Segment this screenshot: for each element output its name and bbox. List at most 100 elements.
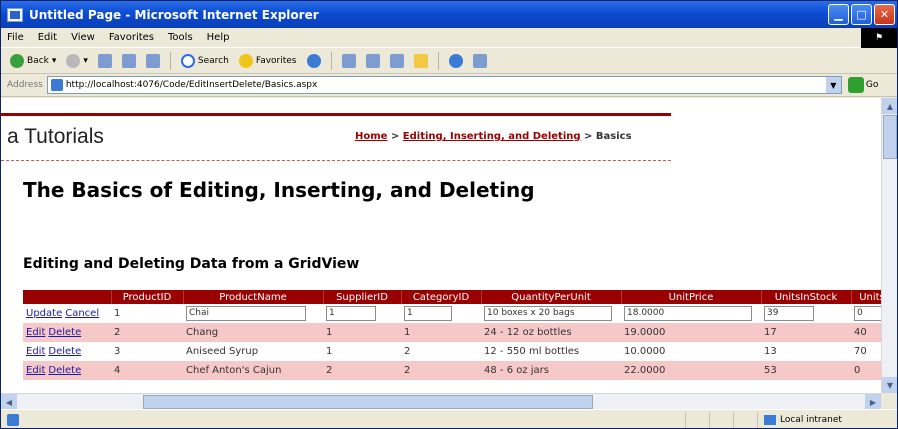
productname-input[interactable]: Chai — [186, 306, 306, 321]
minimize-button[interactable]: ▁ — [828, 4, 849, 25]
back-arrow-icon — [10, 53, 24, 68]
supplierid-cell: 1 — [323, 323, 401, 342]
categoryid-cell: 2 — [401, 361, 481, 380]
quantityperunit-cell: 24 - 12 oz bottles — [481, 323, 621, 342]
unitsonorder-input[interactable]: 0 — [854, 306, 881, 321]
status-bar: Local intranet — [1, 409, 897, 428]
maximize-button[interactable]: □ — [851, 4, 872, 25]
page-title: The Basics of Editing, Inserting, and De… — [23, 178, 535, 202]
menu-tools[interactable]: Tools — [168, 32, 193, 43]
breadcrumb: Home > Editing, Inserting, and Deleting … — [355, 131, 632, 142]
status-pane — [709, 411, 733, 428]
print-button[interactable] — [387, 50, 407, 72]
go-button[interactable]: Go — [847, 77, 878, 93]
categoryid-cell: 1 — [401, 323, 481, 342]
search-label: Search — [197, 55, 229, 66]
unitsinstock-cell: 13 — [764, 346, 777, 357]
breadcrumb-section-link[interactable]: Editing, Inserting, and Deleting — [403, 131, 581, 142]
ie-app-icon — [7, 7, 23, 22]
col-header-supplierid: SupplierID — [323, 290, 402, 304]
back-button[interactable]: Back ▾ — [7, 50, 59, 72]
productid-cell: 4 — [111, 361, 183, 380]
row-commands: Edit Delete — [23, 342, 111, 361]
breadcrumb-current: Basics — [595, 131, 632, 142]
address-dropdown-icon[interactable]: ▼ — [825, 77, 841, 93]
folder-button[interactable] — [411, 50, 431, 72]
productname-cell: Chef Anton's Cajun — [183, 361, 323, 380]
address-label: Address — [7, 80, 43, 90]
unitprice-cell: 22.0000 — [621, 361, 761, 380]
search-icon — [180, 53, 195, 68]
toolbar-separator — [169, 51, 171, 70]
mail-button[interactable] — [363, 50, 383, 72]
forward-button[interactable]: ▾ — [63, 50, 91, 72]
close-button[interactable]: ✕ — [874, 4, 895, 25]
delete-link[interactable]: Delete — [48, 365, 81, 376]
messenger-button[interactable] — [446, 50, 466, 72]
scroll-down-icon[interactable]: ▼ — [882, 377, 897, 393]
breadcrumb-home-link[interactable]: Home — [355, 131, 387, 142]
home-button[interactable] — [143, 50, 163, 72]
edit-link[interactable]: Edit — [26, 346, 45, 357]
col-header-categoryid: CategoryID — [401, 290, 482, 304]
col-header-quantityperunit: QuantityPerUnit — [481, 290, 622, 304]
menu-view[interactable]: View — [71, 32, 95, 43]
quantityperunit-input[interactable]: 10 boxes x 20 bags — [484, 306, 612, 321]
vertical-scrollbar[interactable]: ▲ ▼ — [881, 98, 897, 393]
scroll-up-icon[interactable]: ▲ — [882, 98, 897, 114]
unitsinstock-cell: 17 — [761, 323, 851, 342]
delete-link[interactable]: Delete — [48, 346, 81, 357]
page-status-icon — [7, 413, 19, 426]
breadcrumb-separator: > — [580, 131, 596, 142]
menu-edit[interactable]: Edit — [38, 32, 57, 43]
search-button[interactable]: Search — [178, 50, 232, 72]
stop-button[interactable] — [95, 50, 115, 72]
grid-edit-row: Update Cancel 1 Chai 1 1 10 boxes x 20 ba… — [23, 304, 881, 323]
address-input[interactable]: http://localhost:4076/Code/EditInsertDel… — [46, 76, 842, 94]
research-icon — [472, 53, 487, 68]
media-button[interactable] — [304, 50, 324, 72]
favorites-label: Favorites — [255, 55, 297, 66]
edit-link[interactable]: Edit — [26, 365, 45, 376]
vertical-scroll-thumb[interactable] — [883, 115, 897, 159]
unitprice-input[interactable]: 18.0000 — [624, 306, 752, 321]
menu-help[interactable]: Help — [207, 32, 230, 43]
menu-file[interactable]: File — [7, 32, 24, 43]
horizontal-scroll-thumb[interactable] — [143, 395, 593, 409]
site-title: a Tutorials — [7, 125, 104, 148]
research-button[interactable] — [470, 50, 490, 72]
favorites-button[interactable]: Favorites — [236, 50, 300, 72]
col-header-unitsinstock: UnitsInStock — [761, 290, 852, 304]
section-heading: Editing and Deleting Data from a GridVie… — [23, 256, 360, 272]
messenger-icon — [448, 53, 463, 68]
delete-link[interactable]: Delete — [48, 327, 81, 338]
supplierid-input[interactable]: 1 — [326, 306, 376, 321]
update-link[interactable]: Update — [26, 308, 62, 319]
quantityperunit-cell: 12 - 550 ml bottles — [484, 346, 580, 357]
scroll-right-icon[interactable]: ▶ — [865, 394, 881, 410]
cancel-link[interactable]: Cancel — [65, 308, 99, 319]
table-row: Edit Delete 3 Aniseed Syrup 1 2 12 - 550 … — [23, 342, 881, 361]
window-title: Untitled Page - Microsoft Internet Explo… — [29, 7, 319, 22]
unitsinstock-cell: 39 — [761, 304, 851, 323]
status-pane — [685, 411, 709, 428]
title-bar[interactable]: Untitled Page - Microsoft Internet Explo… — [1, 1, 897, 28]
breadcrumb-separator: > — [387, 131, 403, 142]
row-commands: Update Cancel — [23, 304, 111, 323]
productid-cell: 1 — [114, 308, 121, 319]
unitprice-cell: 19.0000 — [621, 323, 761, 342]
unitprice-cell: 18.0000 — [621, 304, 761, 323]
row-commands: Edit Delete — [23, 323, 111, 342]
horizontal-scrollbar[interactable]: ◀ ▶ — [1, 393, 881, 410]
history-icon — [341, 53, 356, 68]
menu-favorites[interactable]: Favorites — [109, 32, 154, 43]
history-button[interactable] — [339, 50, 359, 72]
refresh-button[interactable] — [119, 50, 139, 72]
categoryid-input[interactable]: 1 — [404, 306, 452, 321]
edit-link[interactable]: Edit — [26, 327, 45, 338]
scroll-left-icon[interactable]: ◀ — [1, 394, 17, 410]
unitsinstock-input[interactable]: 39 — [764, 306, 814, 321]
productid-cell: 2 — [111, 323, 183, 342]
col-header-unitprice: UnitPrice — [621, 290, 762, 304]
productid-cell: 3 — [114, 346, 121, 357]
